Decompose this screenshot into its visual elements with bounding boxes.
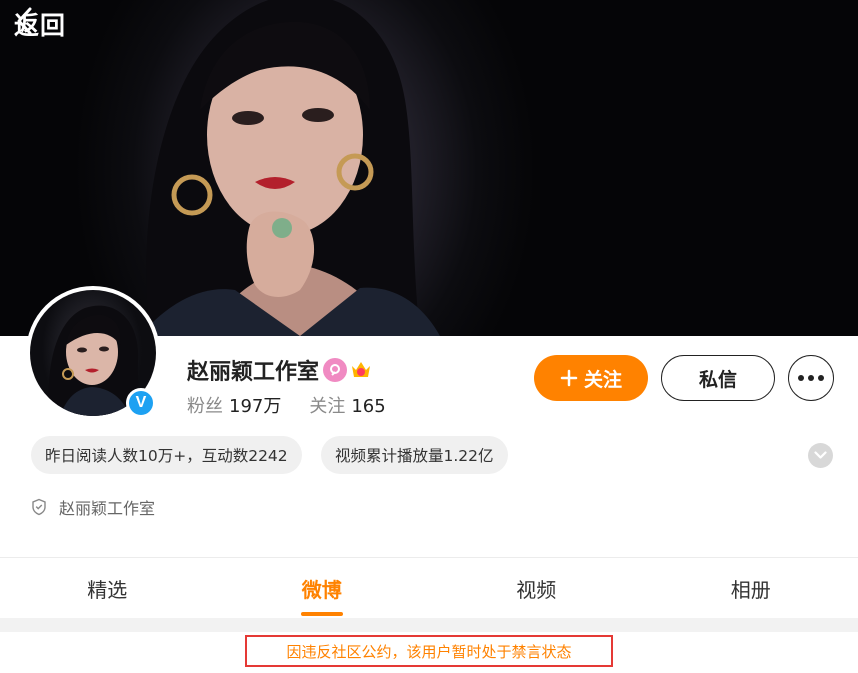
fans-count[interactable]: 197万 <box>229 392 281 418</box>
chevron-left-icon <box>17 7 32 35</box>
expand-button[interactable] <box>808 443 833 468</box>
more-button[interactable] <box>788 355 834 401</box>
follow-label: 关注 <box>583 368 622 391</box>
profile-name: 赵丽颖工作室 <box>187 360 320 385</box>
follow-button[interactable]: 关注 <box>534 355 648 401</box>
ban-notice: 因违反社区公约，该用户暂时处于禁言状态 <box>245 635 613 667</box>
reads-highlight[interactable]: 昨日阅读人数10万+，互动数2242 <box>31 436 302 474</box>
more-dots-icon <box>798 375 804 381</box>
female-badge-icon <box>323 358 347 382</box>
tab-album[interactable]: 相册 <box>644 558 858 618</box>
crown-badge-icon <box>349 358 373 382</box>
tab-featured[interactable]: 精选 <box>0 558 215 618</box>
tab-video[interactable]: 视频 <box>429 558 644 618</box>
message-button[interactable]: 私信 <box>661 355 775 401</box>
organization-label: 赵丽颖工作室 <box>59 499 156 518</box>
cover-photo: 返回 <box>0 0 858 336</box>
fans-label: 粉丝 <box>187 396 223 417</box>
organization-info: 赵丽颖工作室 <box>31 495 155 519</box>
plus-icon <box>560 369 578 387</box>
message-label: 私信 <box>698 368 737 391</box>
following-label: 关注 <box>309 396 346 417</box>
verified-badge-icon: V <box>126 388 156 418</box>
back-button[interactable]: 返回 <box>14 6 66 42</box>
profile-tabs: 精选 微博 视频 相册 <box>0 558 858 618</box>
section-separator <box>0 618 858 632</box>
tab-weibo[interactable]: 微博 <box>215 558 430 618</box>
following-count[interactable]: 165 <box>351 396 385 417</box>
video-plays-highlight[interactable]: 视频累计播放量1.22亿 <box>321 436 508 474</box>
shield-icon <box>32 498 46 516</box>
cover-portrait <box>140 0 440 336</box>
chevron-down-icon <box>814 451 827 459</box>
profile-stats: 粉丝 197万 关注 165 <box>187 392 408 418</box>
